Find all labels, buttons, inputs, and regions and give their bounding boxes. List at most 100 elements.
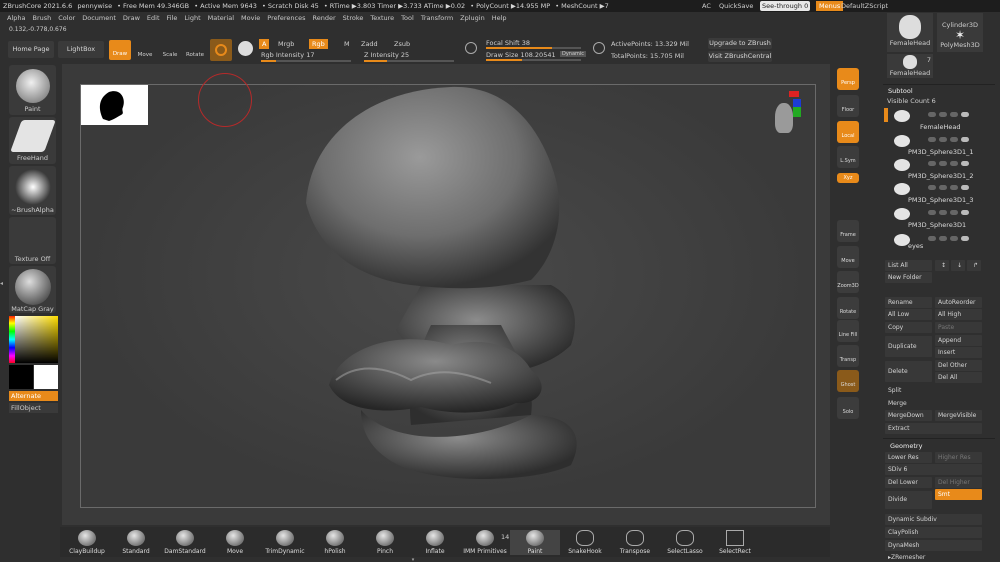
menu-zplugin[interactable]: Zplugin [460,13,485,24]
zadd-toggle[interactable]: Zadd [361,40,378,48]
brush-move[interactable]: Move [210,530,260,555]
rgb-toggle[interactable]: Rgb [309,39,328,49]
rename-button[interactable]: Rename [885,297,932,308]
right-arrow-icon[interactable]: ↱ [967,260,981,271]
subtool-toggle-icon[interactable] [928,161,936,166]
view-persp-button[interactable]: Floor [837,95,859,117]
view-local-button[interactable]: L.Sym [837,146,859,168]
mergedown-button[interactable]: MergeDown [885,410,932,421]
home-page-button[interactable]: Home Page [8,41,54,58]
tool-thumb-cylinder[interactable]: Cylinder3D ✶ PolyMesh3D [937,13,983,52]
subtool-toggle-icon[interactable] [928,236,936,241]
stroke-icon[interactable] [465,42,477,54]
tool-thumb-femalehead-2[interactable]: FemaleHead 7 [887,54,933,78]
visibility-eye-icon[interactable] [961,185,969,190]
texture-slot[interactable]: Texture Off [9,217,56,264]
alternate-toggle[interactable]: Alternate [9,391,58,401]
subtool-toggle-icon[interactable] [950,137,958,142]
view-zoom3d-button[interactable]: Rotate [837,297,859,319]
brush-paint-slot[interactable]: Paint [9,65,56,115]
visit-zbrushcentral-button[interactable]: Visit ZBrushCentral [708,51,772,62]
geometry-title[interactable]: Geometry [890,442,922,450]
claypolish-button[interactable]: ClayPolish [885,527,982,538]
subtool-toggle-icon[interactable] [939,112,947,117]
view-sphere-button[interactable]: Persp [837,68,859,90]
extract-button[interactable]: Extract [885,423,982,434]
menu-render[interactable]: Render [313,13,336,24]
view-frame-button[interactable]: Move [837,246,859,268]
subtool-toggle-icon[interactable] [939,185,947,190]
material-slot[interactable]: MatCap Gray [9,266,56,313]
zremesher-button[interactable]: ▸ZRemesher [885,552,982,562]
left-arrow-icon[interactable]: ↕ [935,260,949,271]
menu-transform[interactable]: Transform [421,13,453,24]
subtool-item[interactable]: PM3D_Sphere3D1_2 [890,157,985,181]
del-higher-button[interactable]: Del Higher [935,477,982,488]
view-ghost-button[interactable]: Solo [837,397,859,419]
dynamesh-button[interactable]: DynaMesh [885,540,982,551]
z-intensity-slider[interactable] [364,60,454,62]
focal-shift-slider[interactable] [486,47,581,49]
subtool-toggle-icon[interactable] [939,161,947,166]
view-polyf-button[interactable]: Transp [837,345,859,367]
document-canvas[interactable] [80,73,816,508]
del-lower-button[interactable]: Del Lower [885,477,932,488]
rgb-intensity-slider[interactable] [261,60,351,62]
m-toggle[interactable]: M [344,40,350,48]
menu-material[interactable]: Material [208,13,234,24]
subtool-item[interactable]: PM3D_Sphere3D1_1 [890,133,985,157]
duplicate-button[interactable]: Duplicate [885,336,932,357]
del-other-button[interactable]: Del Other [935,360,982,371]
brush-snakehook[interactable]: SnakeHook [560,530,610,555]
view-lsym-button[interactable]: Xyz [837,173,859,183]
subtool-toggle-icon[interactable] [950,112,958,117]
del-all-button[interactable]: Del All [935,372,982,383]
zsub-toggle[interactable]: Zsub [394,40,410,48]
brush-damstandard[interactable]: DamStandard [160,530,210,555]
color-picker[interactable] [9,316,58,363]
menu-movie[interactable]: Movie [241,13,260,24]
menu-tool[interactable]: Tool [401,13,414,24]
menu-edit[interactable]: Edit [147,13,160,24]
subtool-toggle-icon[interactable] [928,185,936,190]
delete-button[interactable]: Delete [885,361,932,382]
brush-transpose[interactable]: Transpose [610,530,660,555]
brush-pinch[interactable]: Pinch [360,530,410,555]
subtool-title[interactable]: Subtool [888,87,913,95]
alpha-icon[interactable] [593,42,605,54]
lightbox-button[interactable]: LightBox [58,41,104,58]
subtool-toggle-icon[interactable] [939,236,947,241]
mrgb-toggle[interactable]: Mrgb [278,40,294,48]
append-button[interactable]: Append [935,335,982,346]
brush-standard[interactable]: Standard [111,530,161,555]
quicksave-button[interactable]: QuickSave [719,2,753,10]
paste-button[interactable]: Paste [935,322,982,333]
rotate-button[interactable]: Rotate [185,41,205,58]
view-rotate-axis-button[interactable]: Frame [837,220,859,242]
menu-texture[interactable]: Texture [370,13,394,24]
draw-size-slider[interactable] [486,59,581,61]
brush-thumb-icon[interactable] [238,41,253,56]
view-rotate-button[interactable]: Line Fill PolyF [837,320,859,368]
subtool-item[interactable]: eyes [890,232,985,256]
menu-preferences[interactable]: Preferences [267,13,305,24]
menus-button[interactable]: Menus [816,1,844,11]
list-all-button[interactable]: List All [885,260,932,271]
new-folder-button[interactable]: New Folder [885,272,932,283]
view-xyz-button[interactable] [837,195,859,205]
bottom-tray-arrow-icon[interactable]: ▾ [398,557,428,562]
mergevisible-button[interactable]: MergeVisible [935,410,982,421]
subtool-item[interactable]: FemaleHead [890,108,985,132]
menu-draw[interactable]: Draw [123,13,140,24]
subtool-toggle-icon[interactable] [950,210,958,215]
material-swatch[interactable] [210,39,232,61]
smt-toggle[interactable]: Smt [935,489,982,500]
view-move-button[interactable]: Zoom3D [837,271,859,293]
view-floor-button[interactable]: Local [837,121,859,143]
subtool-toggle-icon[interactable] [950,236,958,241]
brush-paint[interactable]: Paint [510,530,560,555]
view-transp-button[interactable]: Ghost [837,370,859,392]
brush-trimdynamic[interactable]: TrimDynamic [260,530,310,555]
subtool-toggle-icon[interactable] [928,210,936,215]
tool-thumb-femalehead[interactable]: FemaleHead [887,13,933,52]
